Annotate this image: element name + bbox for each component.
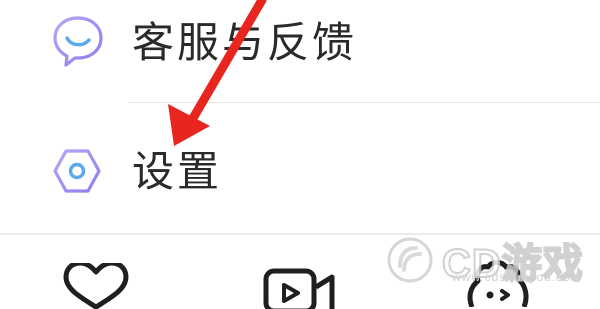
- tab-creator[interactable]: [458, 235, 558, 307]
- bottom-tabbar: [0, 235, 600, 309]
- video-camera-icon: [263, 268, 335, 309]
- customer-service-label: 客服与反馈: [132, 18, 358, 67]
- menu-item-customer-service[interactable]: 客服与反馈: [0, 0, 600, 102]
- hexagon-settings-icon: [52, 146, 102, 196]
- chat-bubble-icon: [50, 14, 106, 68]
- tab-favorites[interactable]: [60, 235, 160, 309]
- heart-icon: [63, 263, 129, 309]
- settings-label: 设置: [132, 147, 223, 196]
- tab-video[interactable]: [258, 235, 358, 309]
- creator-face-icon: [467, 260, 529, 307]
